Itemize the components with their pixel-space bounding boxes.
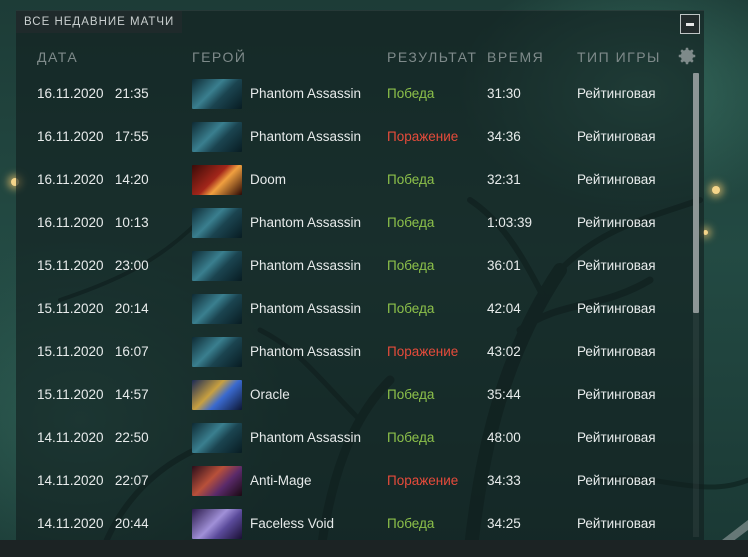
hero-name: Phantom Assassin xyxy=(250,86,362,101)
match-result: Победа xyxy=(387,516,435,531)
match-date: 14.11.2020 20:44 xyxy=(37,516,149,531)
match-date: 14.11.2020 22:50 xyxy=(37,430,149,445)
match-date: 16.11.2020 14:20 xyxy=(37,172,149,187)
match-result: Победа xyxy=(387,172,435,187)
match-date: 15.11.2020 16:07 xyxy=(37,344,149,359)
hero-name: Doom xyxy=(250,172,287,187)
match-duration: 48:00 xyxy=(487,430,521,445)
match-duration: 31:30 xyxy=(487,86,521,101)
match-result: Победа xyxy=(387,301,435,316)
gear-icon[interactable] xyxy=(676,45,698,67)
anti-mage-portrait xyxy=(192,466,242,496)
match-result: Поражение xyxy=(387,129,459,144)
match-date: 14.11.2020 22:07 xyxy=(37,473,149,488)
game-mode: Рейтинговая xyxy=(577,172,656,187)
hero-name: Phantom Assassin xyxy=(250,129,362,144)
column-header-date[interactable]: ДАТА xyxy=(37,49,78,65)
game-mode: Рейтинговая xyxy=(577,258,656,273)
match-row[interactable]: 14.11.2020 22:07 Anti-Mage Поражение 34:33 Р… xyxy=(16,460,696,503)
hero-name: Oracle xyxy=(250,387,290,402)
match-row[interactable]: 14.11.2020 20:44 Faceless Void Победа 34:25… xyxy=(16,503,696,539)
match-date: 15.11.2020 20:14 xyxy=(37,301,149,316)
match-row[interactable]: 16.11.2020 10:13 Phantom Assassin Победа 1:… xyxy=(16,202,696,245)
match-date: 16.11.2020 21:35 xyxy=(37,86,149,101)
match-duration: 35:44 xyxy=(487,387,521,402)
firefly-light xyxy=(712,186,720,194)
match-row[interactable]: 15.11.2020 23:00 Phantom Assassin Победа 36… xyxy=(16,245,696,288)
match-row[interactable]: 16.11.2020 14:20 Doom Победа 32:31 Рейтингов… xyxy=(16,159,696,202)
minimize-button[interactable] xyxy=(680,14,700,34)
match-row[interactable]: 15.11.2020 20:14 Phantom Assassin Победа 42… xyxy=(16,288,696,331)
game-mode: Рейтинговая xyxy=(577,86,656,101)
bottom-bar xyxy=(0,540,748,557)
match-duration: 34:33 xyxy=(487,473,521,488)
match-result: Победа xyxy=(387,215,435,230)
match-date: 16.11.2020 17:55 xyxy=(37,129,149,144)
recent-matches-panel: ВСЕ НЕДАВНИЕ МАТЧИ ДАТА ГЕРОЙ РЕЗУЛЬТАТ … xyxy=(16,10,704,541)
table-header: ДАТА ГЕРОЙ РЕЗУЛЬТАТ ВРЕМЯ ТИП ИГРЫ xyxy=(16,49,704,71)
game-mode: Рейтинговая xyxy=(577,473,656,488)
match-duration: 43:02 xyxy=(487,344,521,359)
match-date: 15.11.2020 14:57 xyxy=(37,387,149,402)
phantom-assassin-portrait xyxy=(192,79,242,109)
panel-title: ВСЕ НЕДАВНИЕ МАТЧИ xyxy=(16,11,183,33)
match-duration: 32:31 xyxy=(487,172,521,187)
match-duration: 1:03:39 xyxy=(487,215,533,230)
hero-name: Phantom Assassin xyxy=(250,344,362,359)
matches-list: 16.11.2020 21:35 Phantom Assassin Победа 31… xyxy=(16,73,704,539)
phantom-assassin-portrait xyxy=(192,122,242,152)
phantom-assassin-portrait xyxy=(192,251,242,281)
hero-name: Phantom Assassin xyxy=(250,215,362,230)
match-row[interactable]: 15.11.2020 16:07 Phantom Assassin Поражени… xyxy=(16,331,696,374)
hero-name: Phantom Assassin xyxy=(250,430,362,445)
phantom-assassin-portrait xyxy=(192,208,242,238)
match-result: Поражение xyxy=(387,344,459,359)
minimize-icon xyxy=(686,23,694,26)
game-mode: Рейтинговая xyxy=(577,344,656,359)
match-result: Победа xyxy=(387,86,435,101)
game-mode: Рейтинговая xyxy=(577,430,656,445)
match-row[interactable]: 14.11.2020 22:50 Phantom Assassin Победа 48… xyxy=(16,417,696,460)
game-mode: Рейтинговая xyxy=(577,387,656,402)
phantom-assassin-portrait xyxy=(192,423,242,453)
match-date: 16.11.2020 10:13 xyxy=(37,215,149,230)
match-row[interactable]: 16.11.2020 17:55 Phantom Assassin Поражени… xyxy=(16,116,696,159)
column-header-duration[interactable]: ВРЕМЯ xyxy=(487,49,544,65)
match-duration: 34:25 xyxy=(487,516,521,531)
match-duration: 42:04 xyxy=(487,301,521,316)
game-mode: Рейтинговая xyxy=(577,215,656,230)
phantom-assassin-portrait xyxy=(192,337,242,367)
match-date: 15.11.2020 23:00 xyxy=(37,258,149,273)
faceless-void-portrait xyxy=(192,509,242,539)
hero-name: Phantom Assassin xyxy=(250,258,362,273)
match-duration: 36:01 xyxy=(487,258,521,273)
scrollbar-thumb[interactable] xyxy=(693,73,699,313)
phantom-assassin-portrait xyxy=(192,294,242,324)
game-mode: Рейтинговая xyxy=(577,129,656,144)
hero-name: Anti-Mage xyxy=(250,473,312,488)
match-result: Победа xyxy=(387,430,435,445)
game-mode: Рейтинговая xyxy=(577,301,656,316)
oracle-portrait xyxy=(192,380,242,410)
match-result: Поражение xyxy=(387,473,459,488)
scrollbar-track[interactable] xyxy=(693,313,699,537)
column-header-result[interactable]: РЕЗУЛЬТАТ xyxy=(387,49,477,65)
game-mode: Рейтинговая xyxy=(577,516,656,531)
hero-name: Faceless Void xyxy=(250,516,335,531)
match-result: Победа xyxy=(387,387,435,402)
match-row[interactable]: 16.11.2020 21:35 Phantom Assassin Победа 31… xyxy=(16,73,696,116)
match-row[interactable]: 15.11.2020 14:57 Oracle Победа 35:44 Рейтинг… xyxy=(16,374,696,417)
doom-portrait xyxy=(192,165,242,195)
column-header-mode[interactable]: ТИП ИГРЫ xyxy=(577,49,661,65)
match-result: Победа xyxy=(387,258,435,273)
hero-name: Phantom Assassin xyxy=(250,301,362,316)
column-header-hero[interactable]: ГЕРОЙ xyxy=(192,49,246,65)
match-duration: 34:36 xyxy=(487,129,521,144)
